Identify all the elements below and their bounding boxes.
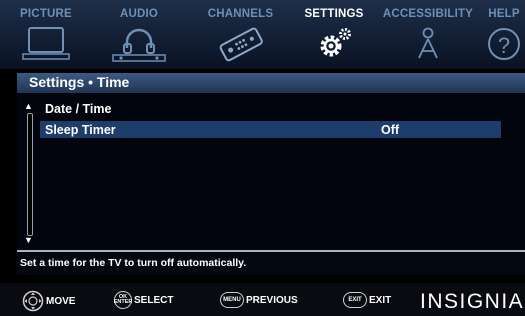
tab-channels[interactable]: CHANNELS: [198, 0, 283, 69]
tab-accessibility[interactable]: ACCESSIBILITY: [378, 0, 478, 69]
tab-help[interactable]: HELP ?: [483, 0, 525, 69]
nav-select: OK ENTER SELECT: [114, 291, 173, 309]
person-icon: [418, 27, 438, 59]
tv-icon: [22, 27, 70, 60]
tab-label: HELP: [488, 8, 520, 20]
scroll-down-arrow-icon[interactable]: ▼: [24, 235, 33, 245]
help-text: Set a time for the TV to turn off automa…: [20, 257, 247, 269]
tab-label: PICTURE: [20, 8, 72, 20]
breadcrumb-bar: Settings • Time: [17, 73, 525, 93]
menu-button-icon: MENU: [220, 292, 244, 308]
tab-label: AUDIO: [119, 8, 159, 20]
help-text-bar: Set a time for the TV to turn off automa…: [17, 252, 525, 275]
tab-label: SETTINGS: [304, 8, 364, 20]
svg-text:?: ?: [498, 33, 510, 58]
scrollbar[interactable]: [27, 113, 33, 236]
item-label: Sleep Timer: [45, 123, 116, 137]
nav-previous: MENU PREVIOUS: [220, 292, 298, 308]
exit-button-icon: EXIT: [343, 292, 367, 308]
nav-label: PREVIOUS: [246, 294, 298, 306]
dpad-icon: [22, 290, 44, 312]
nav-exit: EXIT EXIT: [343, 292, 391, 308]
help-icon: ?: [488, 28, 520, 60]
list-item-sleep-timer[interactable]: Sleep Timer Off: [40, 121, 501, 138]
ok-enter-icon: OK ENTER: [114, 291, 132, 309]
tab-picture[interactable]: PICTURE: [0, 0, 92, 69]
tab-audio[interactable]: AUDIO: [103, 0, 175, 69]
gears-icon: [320, 28, 351, 57]
item-value: Off: [381, 123, 400, 137]
remote-icon: [219, 27, 263, 62]
tab-label: CHANNELS: [207, 8, 274, 20]
scroll-up-arrow-icon[interactable]: ▲: [24, 101, 33, 111]
tab-label: ACCESSIBILITY: [382, 8, 474, 20]
nav-label: EXIT: [369, 294, 392, 306]
tab-settings[interactable]: SETTINGS: [298, 0, 370, 69]
nav-move: MOVE: [22, 290, 75, 312]
nav-label: SELECT: [134, 294, 174, 306]
nav-label: MOVE: [46, 295, 76, 307]
item-label: Date / Time: [45, 102, 112, 116]
brand-logo: INSIGNIA: [420, 290, 525, 313]
headphones-icon: [112, 28, 166, 62]
list-item-date-time[interactable]: Date / Time: [40, 100, 501, 117]
top-menu-bar: PICTURE AUDIO CHANNELS SETTINGS ACCESSIB…: [0, 0, 525, 69]
breadcrumb: Settings • Time: [29, 74, 130, 90]
